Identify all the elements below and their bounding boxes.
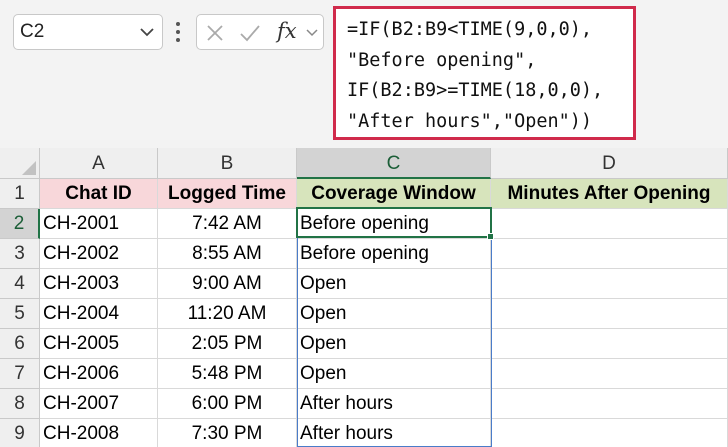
more-options-icon[interactable] <box>174 20 182 44</box>
cancel-icon[interactable] <box>205 23 225 43</box>
name-box[interactable]: C2 <box>13 14 163 50</box>
table-cell[interactable]: Open <box>297 269 491 299</box>
spreadsheet-grid: A B C D 1 2 3 4 5 6 7 8 9 Chat ID Logged Time Coverage … <box>0 148 728 447</box>
table-cell[interactable] <box>491 389 728 419</box>
table-cell[interactable]: CH-2005 <box>40 329 158 359</box>
table-cell[interactable]: 2:05 PM <box>158 329 297 359</box>
table-cell[interactable] <box>491 239 728 269</box>
chevron-down-icon[interactable] <box>138 22 156 42</box>
formula-bar-area: C2 fx =IF(B2:B9<TIME(9,0,0), "Before open… <box>0 0 728 148</box>
enter-check-icon[interactable] <box>239 23 261 43</box>
select-all-button[interactable] <box>0 148 40 179</box>
table-cell[interactable]: Open <box>297 359 491 389</box>
table-cell[interactable]: 5:48 PM <box>158 359 297 389</box>
table-cell[interactable]: Open <box>297 299 491 329</box>
column-header-b[interactable]: B <box>158 148 297 179</box>
table-cell[interactable]: 7:30 PM <box>158 419 297 447</box>
table-cell[interactable]: 7:42 AM <box>158 209 297 239</box>
table-cell[interactable]: CH-2001 <box>40 209 158 239</box>
table-cell[interactable]: CH-2006 <box>40 359 158 389</box>
table-cell[interactable]: CH-2003 <box>40 269 158 299</box>
table-cell[interactable]: Before opening <box>297 239 491 269</box>
column-header-c[interactable]: C <box>297 148 491 179</box>
insert-function-icon[interactable]: fx <box>277 19 297 43</box>
table-cell[interactable]: 11:20 AM <box>158 299 297 329</box>
row-header-1[interactable]: 1 <box>0 179 40 209</box>
table-cell[interactable]: CH-2004 <box>40 299 158 329</box>
expand-chevron-icon[interactable] <box>305 24 319 42</box>
header-cell[interactable]: Chat ID <box>40 179 158 209</box>
row-header-7[interactable]: 7 <box>0 359 40 389</box>
row-header-4[interactable]: 4 <box>0 269 40 299</box>
row-header-8[interactable]: 8 <box>0 389 40 419</box>
table-cell[interactable]: After hours <box>297 419 491 447</box>
row-header-6[interactable]: 6 <box>0 329 40 359</box>
table-cell[interactable]: 8:55 AM <box>158 239 297 269</box>
table-cell[interactable] <box>491 299 728 329</box>
formula-line: IF(B2:B9>=TIME(18,0,0), <box>347 80 604 101</box>
table-cell[interactable]: CH-2008 <box>40 419 158 447</box>
row-header-9[interactable]: 9 <box>0 419 40 447</box>
table-cell[interactable]: CH-2007 <box>40 389 158 419</box>
select-all-triangle-icon <box>22 161 36 175</box>
table-cell[interactable]: After hours <box>297 389 491 419</box>
formula-line: =IF(B2:B9<TIME(9,0,0), <box>347 19 593 40</box>
formula-input[interactable]: =IF(B2:B9<TIME(9,0,0), "Before opening", I… <box>333 6 636 140</box>
table-cell[interactable] <box>491 209 728 239</box>
fill-handle[interactable] <box>487 233 494 240</box>
table-cell[interactable] <box>491 359 728 389</box>
table-cell[interactable]: 9:00 AM <box>158 269 297 299</box>
row-header-5[interactable]: 5 <box>0 299 40 329</box>
formula-line: "Before opening", <box>347 49 537 71</box>
column-header-d[interactable]: D <box>491 148 728 179</box>
row-header-2[interactable]: 2 <box>0 209 40 239</box>
table-cell[interactable] <box>491 269 728 299</box>
table-cell[interactable]: Open <box>297 329 491 359</box>
table-cell[interactable] <box>491 329 728 359</box>
table-cell[interactable]: 6:00 PM <box>158 389 297 419</box>
header-cell[interactable]: Minutes After Opening <box>491 179 728 209</box>
formula-controls: fx <box>196 14 324 50</box>
table-cell[interactable]: CH-2002 <box>40 239 158 269</box>
name-box-value: C2 <box>20 21 45 42</box>
header-cell[interactable]: Logged Time <box>158 179 297 209</box>
row-header-3[interactable]: 3 <box>0 239 40 269</box>
formula-line: "After hours","Open")) <box>347 110 593 132</box>
table-cell[interactable] <box>491 419 728 447</box>
header-cell[interactable]: Coverage Window <box>297 179 491 209</box>
table-cell[interactable]: Before opening <box>297 209 491 239</box>
formula-text: =IF(B2:B9<TIME(9,0,0), "Before opening", I… <box>347 15 637 137</box>
column-header-a[interactable]: A <box>40 148 158 179</box>
